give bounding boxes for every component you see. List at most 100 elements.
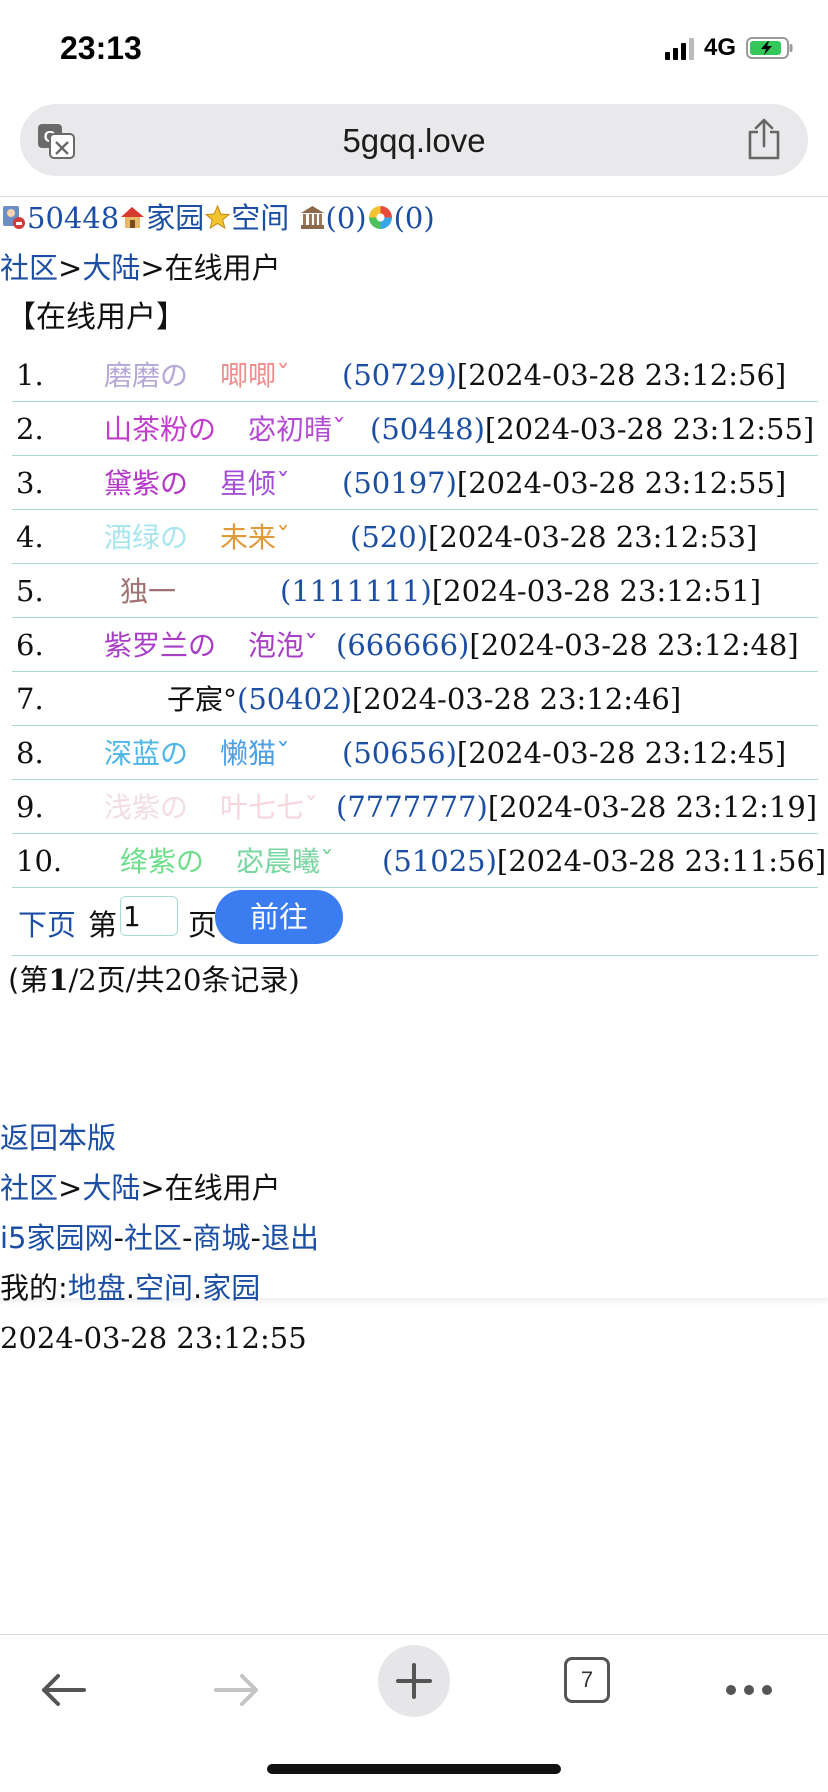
new-tab-button[interactable] [378,1645,450,1717]
breadcrumb-mainland[interactable]: 大陆 [82,251,140,285]
online-time: [2024-03-28 23:12:55] [484,412,815,446]
online-time: [2024-03-28 23:12:53] [428,520,758,554]
top-divider [0,196,828,197]
breadcrumb-sep: > [58,251,83,285]
pager: 下页 第 页 前往 [12,888,818,956]
row-number: 7. [16,682,44,716]
space-link[interactable]: 空间 [135,1271,193,1305]
breadcrumb-sep: > [58,1171,83,1205]
row-number: 6. [16,628,44,662]
table-row: 4. 酒绿の 未来ˇ (520)[2024-03-28 23:12:53] [12,510,818,564]
nick-part-b: 宓初晴ˇ [248,413,347,446]
record-info-current: 1 [48,963,69,997]
star-icon [205,204,231,230]
breadcrumb-current: 在线用户 [164,251,281,285]
page-number-input[interactable] [120,896,178,936]
user-nickname-link[interactable]: 独一 [120,575,176,608]
bank-count-link[interactable]: (0) [326,201,367,235]
nick-part-b: 星倾ˇ [220,467,291,500]
table-row: 10. 绛紫の 宓晨曦ˇ (51025)[2024-03-28 23:11:56] [12,834,826,888]
breadcrumb-mainland[interactable]: 大陆 [82,1171,140,1205]
user-nickname-link[interactable]: 紫罗兰の 泡泡ˇ [104,629,318,662]
breadcrumb-community[interactable]: 社区 [0,1171,58,1205]
record-info-open: (第 [8,963,49,997]
home-link[interactable]: 家园 [146,201,204,235]
online-time: [2024-03-28 23:12:51] [431,574,762,608]
row-number: 9. [16,790,44,824]
user-nickname-link[interactable]: 深蓝の 懒猫ˇ [104,737,290,770]
user-nickname-link[interactable]: 黛紫の 星倾ˇ [104,467,290,500]
pinwheel-icon [368,206,392,229]
go-button[interactable]: 前往 [215,890,343,944]
user-id-link[interactable]: (50448) [370,412,485,446]
breadcrumb-community[interactable]: 社区 [0,251,58,285]
user-id-link[interactable]: (7777777) [336,790,488,824]
nick-part-a: 酒绿の [104,521,189,554]
status-time: 23:13 [60,30,142,66]
section-title: 【在线用户】 [6,300,186,335]
user-nickname-link[interactable]: 浅紫の 叶七七ˇ [104,791,318,824]
battery-icon [746,37,793,59]
table-row: 2. 山茶粉の 宓初晴ˇ (50448)[2024-03-28 23:12:55] [12,402,818,456]
user-entry: 独一 (1111111)[2024-03-28 23:12:51] [120,572,761,611]
user-nickname-link[interactable]: 绛紫の 宓晨曦ˇ [120,845,334,878]
footer-back: 返回本版 [0,1118,116,1158]
breadcrumb: 社区>大陆>在线用户 [0,248,281,288]
user-header: 50448 家园 空间 (0) (0) [0,198,435,238]
table-row: 3. 黛紫の 星倾ˇ (50197)[2024-03-28 23:12:55] [12,456,818,510]
user-id-link[interactable]: (520) [350,520,428,554]
more-button[interactable] [714,1655,784,1725]
user-nickname-link[interactable]: 磨磨の 唧唧ˇ [104,359,290,392]
share-icon[interactable] [746,118,782,162]
breadcrumb-current: 在线用户 [164,1171,281,1205]
nick-part-b: 未来ˇ [220,521,291,554]
user-id-link[interactable]: (50656) [342,736,457,770]
user-id-link[interactable]: (51025) [382,844,497,878]
user-id-link[interactable]: (50402) [237,682,352,716]
space-link[interactable]: 空间 [231,201,289,235]
land-link[interactable]: 地盘 [68,1271,126,1305]
nick-part-a: 黛紫の [104,467,189,500]
online-time: [2024-03-28 23:12:48] [469,628,799,662]
url-text[interactable]: 5gqq.love [20,122,808,160]
pinwheel-count-link[interactable]: (0) [394,201,435,235]
nick-part-a: 山茶粉の [104,413,217,446]
logout-link[interactable]: 退出 [261,1221,319,1255]
user-id-link[interactable]: (50729) [342,358,457,392]
status-bar: 23:13 4G [0,0,828,100]
breadcrumb-sep: > [140,1171,165,1205]
user-nickname-link[interactable]: 山茶粉の 宓初晴ˇ [104,413,346,446]
mall-link[interactable]: 商城 [192,1221,250,1255]
user-id-link[interactable]: (50197) [342,466,457,500]
site-home-link[interactable]: i5家园网 [0,1221,114,1255]
plus-icon [396,1663,432,1699]
status-indicators: 4G [664,34,794,62]
next-page-link[interactable]: 下页 [18,902,76,944]
user-id-link[interactable]: (1111111) [280,574,432,608]
row-number: 2. [16,412,44,446]
row-number: 3. [16,466,44,500]
back-to-board-link[interactable]: 返回本版 [0,1121,116,1155]
home-link[interactable]: 家园 [202,1271,260,1305]
tabs-button[interactable]: 7 [564,1657,610,1703]
footer-breadcrumb: 社区>大陆>在线用户 [0,1168,281,1208]
community-link[interactable]: 社区 [124,1221,182,1255]
address-bar[interactable]: G 5gqq.love [20,104,808,176]
page-content: 50448 家园 空间 (0) (0) 社区>大陆>在线用户 【在线用户】 1. [0,198,828,1355]
nick-part-a: 深蓝の [104,737,189,770]
forward-button[interactable] [202,1655,272,1725]
user-nickname-link[interactable]: 酒绿の 未来ˇ [104,521,290,554]
user-entry: 子宸°(50402)[2024-03-28 23:12:46] [167,680,681,719]
table-row: 6. 紫罗兰の 泡泡ˇ (666666)[2024-03-28 23:12:48] [12,618,818,672]
nick-part-b: 懒猫ˇ [220,737,291,770]
user-id-link[interactable]: (666666) [336,628,469,662]
more-dots-icon [726,1685,772,1695]
user-id-link[interactable]: 50448 [27,201,119,235]
table-row: 7. 子宸°(50402)[2024-03-28 23:12:46] [12,672,818,726]
user-entry: 紫罗兰の 泡泡ˇ (666666)[2024-03-28 23:12:48] [104,626,799,665]
record-info: (第1/2页/共20条记录) [8,960,300,1000]
back-button[interactable] [28,1655,98,1725]
user-nickname-link[interactable]: 子宸° [167,683,237,716]
table-row: 5. 独一 (1111111)[2024-03-28 23:12:51] [12,564,818,618]
footer-nav: i5家园网-社区-商城-退出 [0,1221,319,1255]
